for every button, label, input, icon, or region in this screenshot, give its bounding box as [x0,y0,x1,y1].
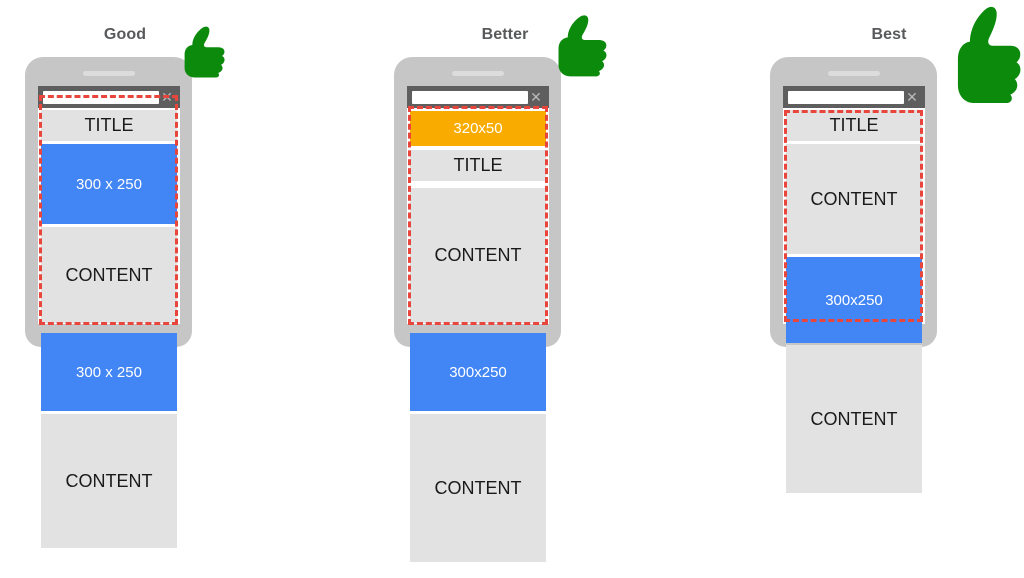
content-block-best: CONTENT [786,144,922,254]
title-block-label: TITLE [453,155,503,175]
ad-block-label: 300x250 [825,291,883,309]
content-block-good: CONTENT [41,227,177,323]
close-icon[interactable]: ✕ [904,90,920,104]
title-block-better: TITLE [410,150,546,181]
browser-chrome-good: ✕ [38,86,180,108]
content-block-below-fold-label: CONTENT [810,408,898,429]
title-block-label: TITLE [829,115,879,135]
ad-block-best: 300x250 [786,257,922,343]
content-block-below-fold-better: CONTENT [410,414,546,562]
column-best: Best ✕ TITLE CONTENT 300x250 CONTENT [740,0,1024,578]
banner-ad-block-better: 320x50 [410,111,546,146]
ad-block-below-fold-label: 300x250 [449,363,507,381]
address-bar-good[interactable] [43,90,159,104]
content-block-below-fold-good: CONTENT [41,414,177,548]
ad-block-below-fold-better: 300x250 [410,333,546,411]
column-good: Good ✕ TITLE 300 x 250 CONTENT 300 x 250… [0,0,340,578]
title-block-best: TITLE [786,110,922,141]
phone-speaker-better [452,71,504,76]
phone-speaker-good [83,71,135,76]
content-block-better: CONTENT [410,188,546,323]
thumbs-up-icon [939,0,1024,104]
title-block-good: TITLE [41,110,177,141]
phone-speaker-best [828,71,880,76]
content-block-label: CONTENT [434,245,522,265]
ad-block-label: 300 x 250 [76,175,142,193]
address-bar-better[interactable] [412,90,528,104]
browser-chrome-better: ✕ [407,86,549,108]
ad-block-good: 300 x 250 [41,144,177,224]
ad-block-below-fold-label: 300 x 250 [76,363,142,381]
thumbs-up-icon [544,11,610,77]
column-better: Better ✕ 320x50 TITLE CONTENT 300x250 CO… [372,0,712,578]
content-block-below-fold-label: CONTENT [434,477,522,498]
close-icon[interactable]: ✕ [159,90,175,104]
thumbs-up-icon [172,23,228,78]
content-block-below-fold-label: CONTENT [65,470,153,491]
diagram-canvas: Good ✕ TITLE 300 x 250 CONTENT 300 x 250… [0,0,1024,578]
ad-block-below-fold-good: 300 x 250 [41,333,177,411]
content-block-below-fold-best: CONTENT [786,345,922,493]
close-icon[interactable]: ✕ [528,90,544,104]
content-block-label: CONTENT [65,264,153,285]
banner-ad-block-label: 320x50 [453,120,503,137]
content-block-label: CONTENT [810,188,898,209]
address-bar-best[interactable] [788,90,904,104]
browser-chrome-best: ✕ [783,86,925,108]
title-block-label: TITLE [84,115,134,135]
